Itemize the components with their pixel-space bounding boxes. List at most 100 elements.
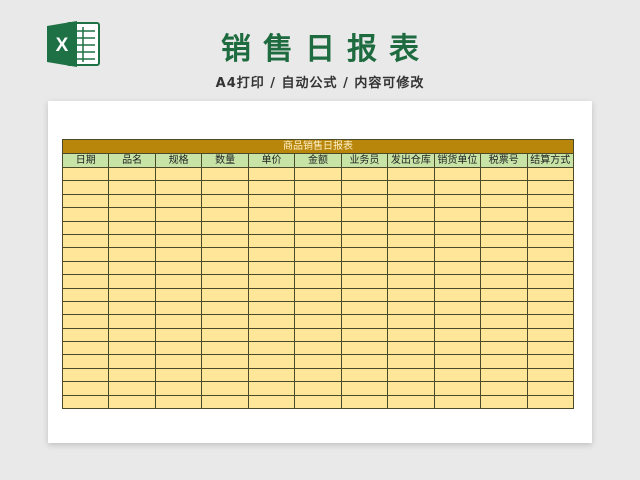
table-cell[interactable] (154, 327, 203, 343)
table-cell[interactable] (61, 274, 110, 289)
table-cell[interactable] (480, 287, 528, 302)
table-cell[interactable] (154, 341, 203, 356)
table-cell[interactable] (526, 247, 575, 262)
table-cell[interactable] (108, 367, 156, 383)
table-cell[interactable] (154, 207, 203, 222)
table-cell[interactable] (154, 220, 203, 235)
table-cell[interactable] (108, 233, 156, 249)
table-cell[interactable] (340, 394, 389, 410)
table-cell[interactable] (247, 233, 296, 249)
table-cell[interactable] (108, 220, 156, 235)
table-cell[interactable] (294, 287, 342, 302)
table-cell[interactable] (294, 327, 342, 343)
table-cell[interactable] (61, 260, 110, 276)
table-cell[interactable] (480, 300, 528, 316)
table-cell[interactable] (340, 260, 389, 276)
table-cell[interactable] (201, 260, 249, 276)
table-cell[interactable] (154, 394, 203, 410)
table-cell[interactable] (247, 314, 296, 329)
table-cell[interactable] (340, 354, 389, 369)
table-cell[interactable] (480, 166, 528, 182)
table-cell[interactable] (480, 220, 528, 235)
table-cell[interactable] (480, 193, 528, 209)
table-cell[interactable] (61, 180, 110, 195)
table-cell[interactable] (61, 327, 110, 343)
table-cell[interactable] (201, 233, 249, 249)
table-cell[interactable] (154, 180, 203, 195)
table-cell[interactable] (340, 233, 389, 249)
table-cell[interactable] (154, 287, 203, 302)
table-cell[interactable] (247, 207, 296, 222)
table-cell[interactable] (201, 354, 249, 369)
table-cell[interactable] (247, 327, 296, 343)
table-cell[interactable] (247, 394, 296, 410)
table-cell[interactable] (61, 220, 110, 235)
table-cell[interactable] (526, 193, 575, 209)
table-cell[interactable] (387, 300, 435, 316)
table-cell[interactable] (294, 233, 342, 249)
table-cell[interactable] (387, 381, 435, 396)
table-cell[interactable] (340, 341, 389, 356)
table-cell[interactable] (433, 193, 482, 209)
table-cell[interactable] (108, 394, 156, 410)
table-cell[interactable] (526, 180, 575, 195)
table-cell[interactable] (433, 207, 482, 222)
table-cell[interactable] (340, 166, 389, 182)
table-cell[interactable] (108, 327, 156, 343)
table-cell[interactable] (201, 341, 249, 356)
table-cell[interactable] (433, 260, 482, 276)
table-cell[interactable] (480, 381, 528, 396)
table-cell[interactable] (340, 193, 389, 209)
table-cell[interactable] (247, 381, 296, 396)
table-cell[interactable] (154, 367, 203, 383)
table-cell[interactable] (433, 220, 482, 235)
table-cell[interactable] (340, 381, 389, 396)
table-cell[interactable] (108, 274, 156, 289)
table-cell[interactable] (201, 394, 249, 410)
table-cell[interactable] (61, 233, 110, 249)
table-cell[interactable] (294, 367, 342, 383)
table-cell[interactable] (387, 274, 435, 289)
table-cell[interactable] (433, 247, 482, 262)
table-cell[interactable] (154, 166, 203, 182)
table-cell[interactable] (526, 341, 575, 356)
table-cell[interactable] (387, 287, 435, 302)
table-cell[interactable] (247, 260, 296, 276)
table-cell[interactable] (526, 220, 575, 235)
table-cell[interactable] (480, 354, 528, 369)
table-cell[interactable] (387, 166, 435, 182)
table-cell[interactable] (108, 287, 156, 302)
table-cell[interactable] (387, 354, 435, 369)
table-cell[interactable] (201, 314, 249, 329)
table-cell[interactable] (61, 207, 110, 222)
table-cell[interactable] (340, 367, 389, 383)
table-cell[interactable] (108, 300, 156, 316)
table-cell[interactable] (433, 327, 482, 343)
table-cell[interactable] (247, 247, 296, 262)
table-cell[interactable] (480, 341, 528, 356)
table-cell[interactable] (387, 247, 435, 262)
table-cell[interactable] (61, 381, 110, 396)
table-cell[interactable] (526, 367, 575, 383)
table-cell[interactable] (201, 193, 249, 209)
table-cell[interactable] (433, 314, 482, 329)
table-cell[interactable] (61, 314, 110, 329)
table-cell[interactable] (526, 394, 575, 410)
table-cell[interactable] (340, 314, 389, 329)
table-cell[interactable] (108, 247, 156, 262)
table-cell[interactable] (247, 367, 296, 383)
table-cell[interactable] (108, 166, 156, 182)
table-cell[interactable] (108, 381, 156, 396)
table-cell[interactable] (201, 327, 249, 343)
table-cell[interactable] (247, 287, 296, 302)
table-cell[interactable] (387, 233, 435, 249)
table-cell[interactable] (526, 166, 575, 182)
table-cell[interactable] (480, 233, 528, 249)
table-cell[interactable] (108, 354, 156, 369)
table-cell[interactable] (526, 327, 575, 343)
table-cell[interactable] (387, 341, 435, 356)
table-cell[interactable] (61, 367, 110, 383)
table-cell[interactable] (387, 207, 435, 222)
table-cell[interactable] (433, 381, 482, 396)
table-cell[interactable] (61, 300, 110, 316)
